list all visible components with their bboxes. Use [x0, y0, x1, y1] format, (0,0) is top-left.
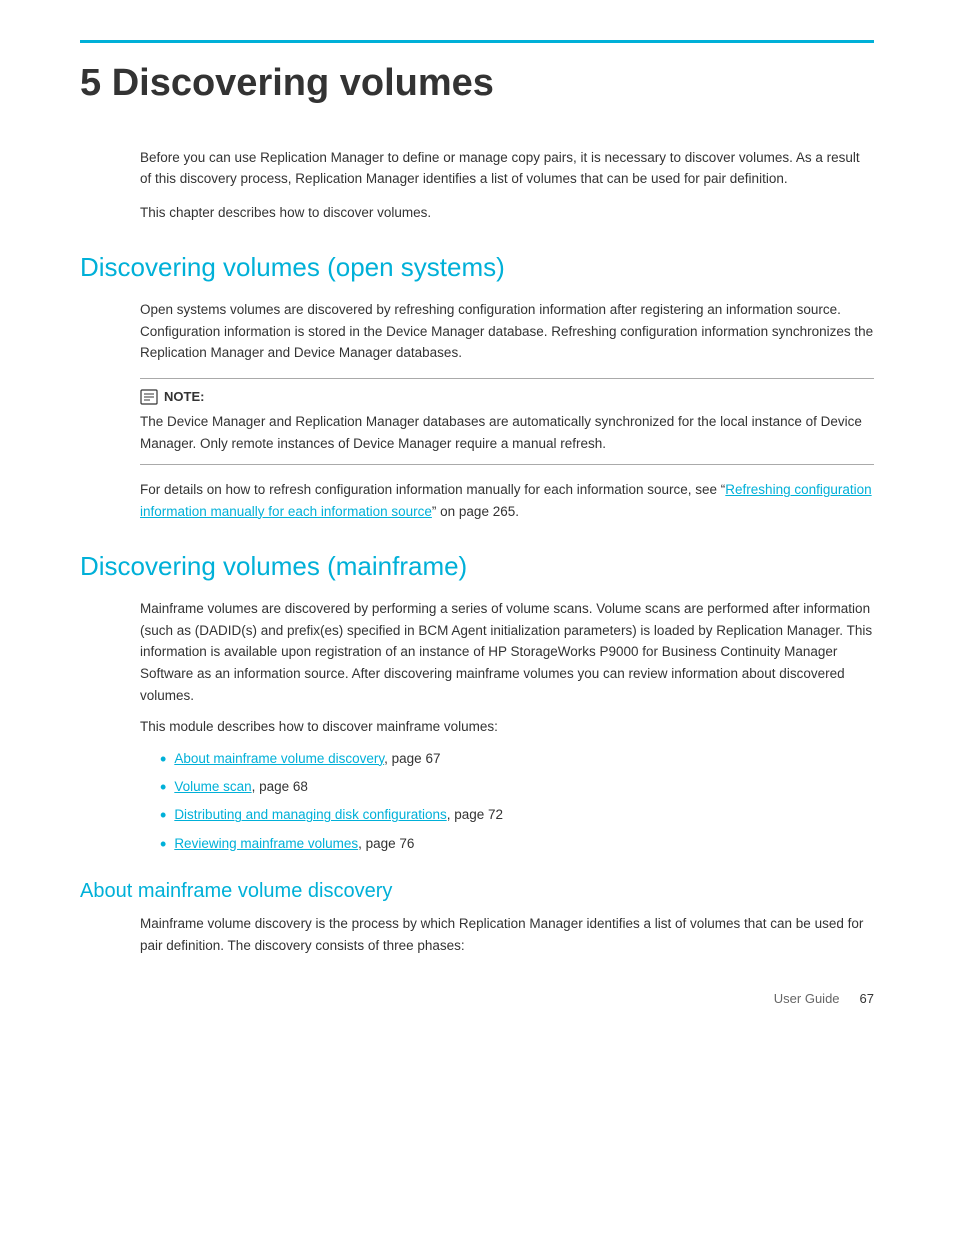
- after-note-prefix: For details on how to refresh configurat…: [140, 482, 725, 497]
- bullet-list: • About mainframe volume discovery, page…: [160, 748, 874, 857]
- bullet-suffix-3: , page 72: [447, 807, 503, 822]
- subsection-heading-about: About mainframe volume discovery: [80, 880, 874, 903]
- after-note-text: For details on how to refresh configurat…: [140, 479, 874, 522]
- bullet-link-1[interactable]: About mainframe volume discovery: [174, 751, 384, 766]
- section-heading-open-systems: Discovering volumes (open systems): [80, 251, 874, 285]
- bullet-link-4[interactable]: Reviewing mainframe volumes: [174, 836, 358, 851]
- note-icon: [140, 389, 158, 405]
- note-label: NOTE:: [140, 389, 874, 405]
- bullet-link-2[interactable]: Volume scan: [174, 779, 251, 794]
- bullet-dot: •: [160, 833, 166, 856]
- mainframe-body1: Mainframe volumes are discovered by perf…: [140, 598, 874, 706]
- list-item: • About mainframe volume discovery, page…: [160, 748, 874, 771]
- list-item: • Distributing and managing disk configu…: [160, 804, 874, 827]
- mainframe-body2: This module describes how to discover ma…: [140, 716, 874, 738]
- after-note-suffix: ” on page 265.: [432, 504, 519, 519]
- note-text: The Device Manager and Replication Manag…: [140, 411, 874, 454]
- page-container: 5 Discovering volumes Before you can use…: [0, 0, 954, 1026]
- intro-paragraph1: Before you can use Replication Manager t…: [140, 147, 874, 190]
- list-item: • Reviewing mainframe volumes, page 76: [160, 833, 874, 856]
- bullet-suffix-1: , page 67: [384, 751, 440, 766]
- chapter-title: 5 Discovering volumes: [80, 61, 874, 107]
- top-rule: [80, 40, 874, 43]
- footer-label: User Guide: [774, 991, 840, 1006]
- bullet-suffix-2: , page 68: [252, 779, 308, 794]
- bullet-dot: •: [160, 776, 166, 799]
- section-heading-mainframe: Discovering volumes (mainframe): [80, 550, 874, 584]
- bullet-suffix-4: , page 76: [358, 836, 414, 851]
- bullet-content: Reviewing mainframe volumes, page 76: [174, 833, 414, 855]
- bullet-content: Distributing and managing disk configura…: [174, 804, 503, 826]
- bullet-dot: •: [160, 748, 166, 771]
- note-label-text: NOTE:: [164, 389, 204, 404]
- footer: User Guide 67: [774, 991, 874, 1006]
- note-box: NOTE: The Device Manager and Replication…: [140, 378, 874, 465]
- list-item: • Volume scan, page 68: [160, 776, 874, 799]
- bullet-link-3[interactable]: Distributing and managing disk configura…: [174, 807, 446, 822]
- footer-page: 67: [860, 991, 874, 1006]
- intro-paragraph2: This chapter describes how to discover v…: [140, 202, 874, 224]
- bullet-dot: •: [160, 804, 166, 827]
- bullet-content: Volume scan, page 68: [174, 776, 308, 798]
- about-body: Mainframe volume discovery is the proces…: [140, 913, 874, 956]
- bullet-content: About mainframe volume discovery, page 6…: [174, 748, 440, 770]
- open-systems-body: Open systems volumes are discovered by r…: [140, 299, 874, 364]
